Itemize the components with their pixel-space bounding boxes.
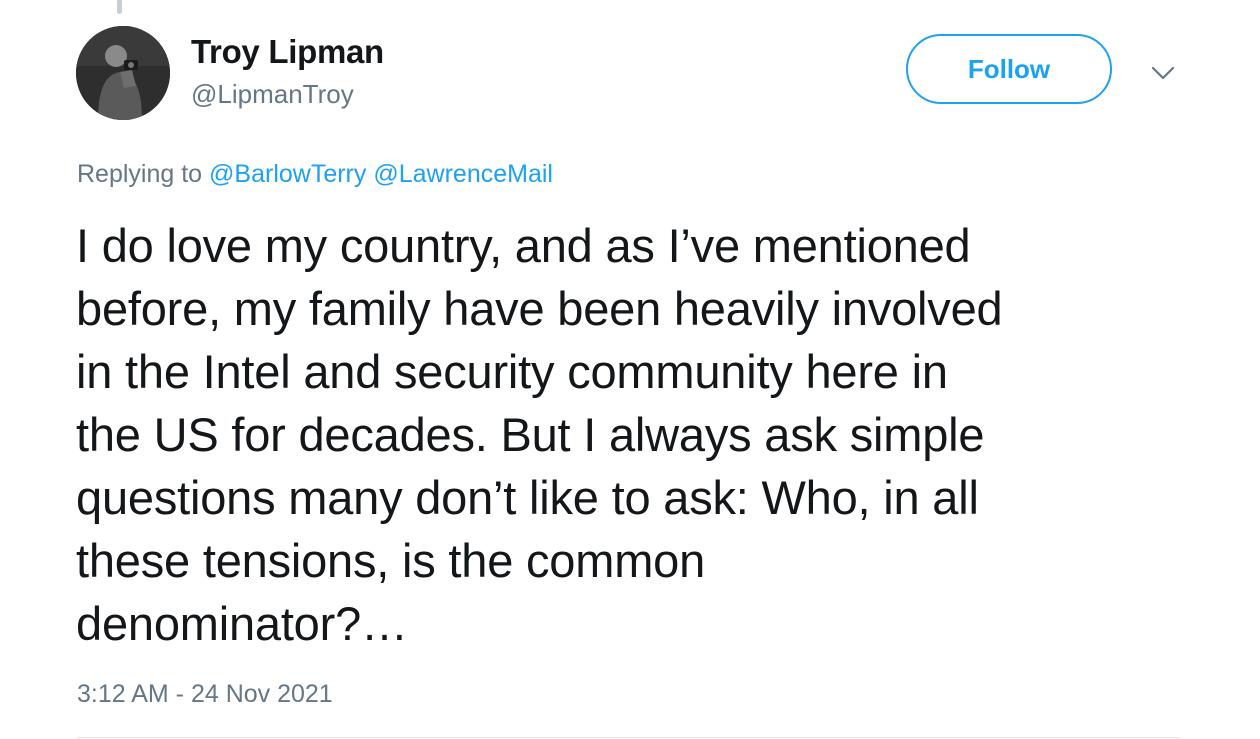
avatar[interactable] [76, 26, 170, 120]
reply-context: Replying to @BarlowTerry @LawrenceMail [77, 160, 553, 189]
tweet-text: I do love my country, and as I’ve mentio… [76, 214, 1186, 655]
tweet-text-line: in the Intel and security community here… [76, 345, 948, 398]
replying-to-label: Replying to [77, 160, 203, 188]
tweet-text-line: these tensions, is the common [76, 534, 706, 587]
chevron-down-icon[interactable] [1150, 60, 1176, 86]
tweet-text-line: denominator?… [76, 597, 408, 650]
mention-link-lawrencemail[interactable]: @LawrenceMail [373, 160, 553, 188]
mention-link-barlowterry[interactable]: @BarlowTerry [209, 160, 366, 188]
author-handle[interactable]: @LipmanTroy [191, 79, 354, 110]
avatar-photo-icon [76, 26, 170, 120]
tweet-text-line: I do love my country, and as I’ve mentio… [76, 219, 971, 272]
follow-button[interactable]: Follow [906, 34, 1112, 104]
tweet-text-line: before, my family have been heavily invo… [76, 282, 1003, 335]
divider [77, 737, 1180, 738]
tweet-text-line: the US for decades. But I always ask sim… [76, 408, 985, 461]
tweet-text-line: questions many don’t like to ask: Who, i… [76, 471, 979, 524]
thread-connector-line [117, 0, 122, 14]
tweet-timestamp[interactable]: 3:12 AM - 24 Nov 2021 [77, 680, 333, 709]
author-display-name[interactable]: Troy Lipman [191, 33, 384, 71]
